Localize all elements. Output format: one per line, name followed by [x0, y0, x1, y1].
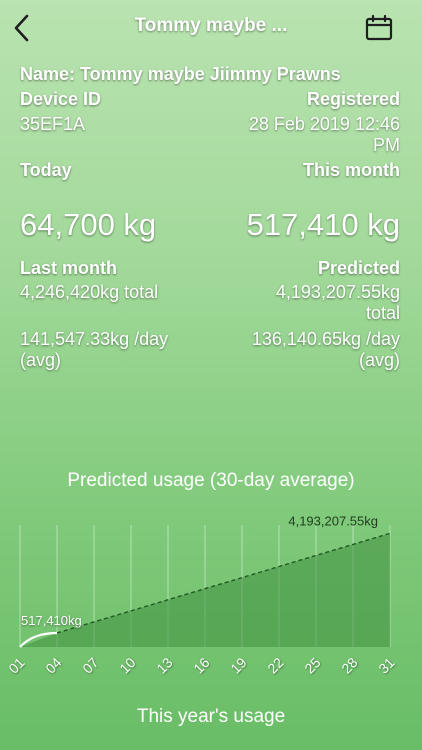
- predicted-total-unit: total: [365, 303, 400, 323]
- device-id-label: Device ID: [20, 89, 102, 109]
- registered-label: Registered: [306, 89, 400, 109]
- today-value: 64,700 kg: [20, 207, 157, 242]
- x-tick-label: 07: [79, 654, 101, 676]
- last-month-label: Last month: [20, 258, 117, 278]
- top-bar: Tommy maybe ...: [0, 0, 422, 56]
- data-label: 4,193,207.55kg: [288, 515, 378, 528]
- registered-value: 28 Feb 2019 12:46 PM: [249, 114, 400, 156]
- usage-chart: 517,410kg 4,193,207.55kg 01 04 07 10 13 16 19 22 2…: [5, 515, 397, 677]
- predicted-total: 4,193,207.55kg total: [276, 282, 400, 324]
- this-month-label: This month: [303, 160, 400, 180]
- x-tick-label: 31: [375, 654, 397, 676]
- last-month-avg: 141,547.33kg /day (avg): [20, 329, 168, 371]
- x-tick-label: 22: [264, 654, 286, 676]
- x-tick-label: 13: [153, 654, 175, 676]
- footer-label: This year's usage: [136, 706, 286, 727]
- x-tick-label: 04: [42, 654, 64, 676]
- predicted-label: Predicted: [317, 258, 400, 278]
- x-tick-label: 01: [5, 654, 27, 676]
- device-name: Name: Tommy maybe Jiimmy Prawns: [20, 64, 341, 84]
- last-month-avg-value: 141,547.33kg /day: [20, 329, 169, 349]
- predicted-avg-value: 136,140.65kg /day: [251, 329, 400, 349]
- device-info: Device ID 35EF1A Registered 28 Feb 2019 …: [20, 89, 400, 159]
- predicted-total-value: 4,193,207.55kg: [275, 282, 400, 302]
- comparison-stats: Last month 4,246,420kg total 141,547.33k…: [20, 258, 400, 378]
- x-tick-label: 16: [190, 654, 212, 676]
- calendar-icon[interactable]: [364, 13, 394, 43]
- x-tick-label: 19: [227, 654, 249, 676]
- x-tick-label: 10: [116, 654, 138, 676]
- page-title: Tommy maybe ...: [134, 15, 288, 36]
- x-tick-label: 28: [338, 654, 360, 676]
- chart-title: Predicted usage (30-day average): [67, 470, 355, 491]
- x-tick-label: 25: [301, 654, 323, 676]
- this-month-value: 517,410 kg: [246, 207, 400, 242]
- last-month-total: 4,246,420kg total: [20, 282, 159, 302]
- data-label: 517,410kg: [21, 613, 82, 628]
- chevron-left-icon[interactable]: [8, 10, 36, 46]
- registered-time: PM: [373, 135, 400, 155]
- registered-date: 28 Feb 2019 12:46: [248, 114, 400, 134]
- last-month-avg-unit: (avg): [20, 350, 62, 370]
- predicted-avg: 136,140.65kg /day (avg): [252, 329, 400, 371]
- today-label: Today: [20, 160, 72, 180]
- current-usage: Today 64,700 kg This month 517,410 kg: [20, 160, 400, 250]
- device-id-value: 35EF1A: [20, 114, 86, 134]
- predicted-avg-unit: (avg): [358, 350, 400, 370]
